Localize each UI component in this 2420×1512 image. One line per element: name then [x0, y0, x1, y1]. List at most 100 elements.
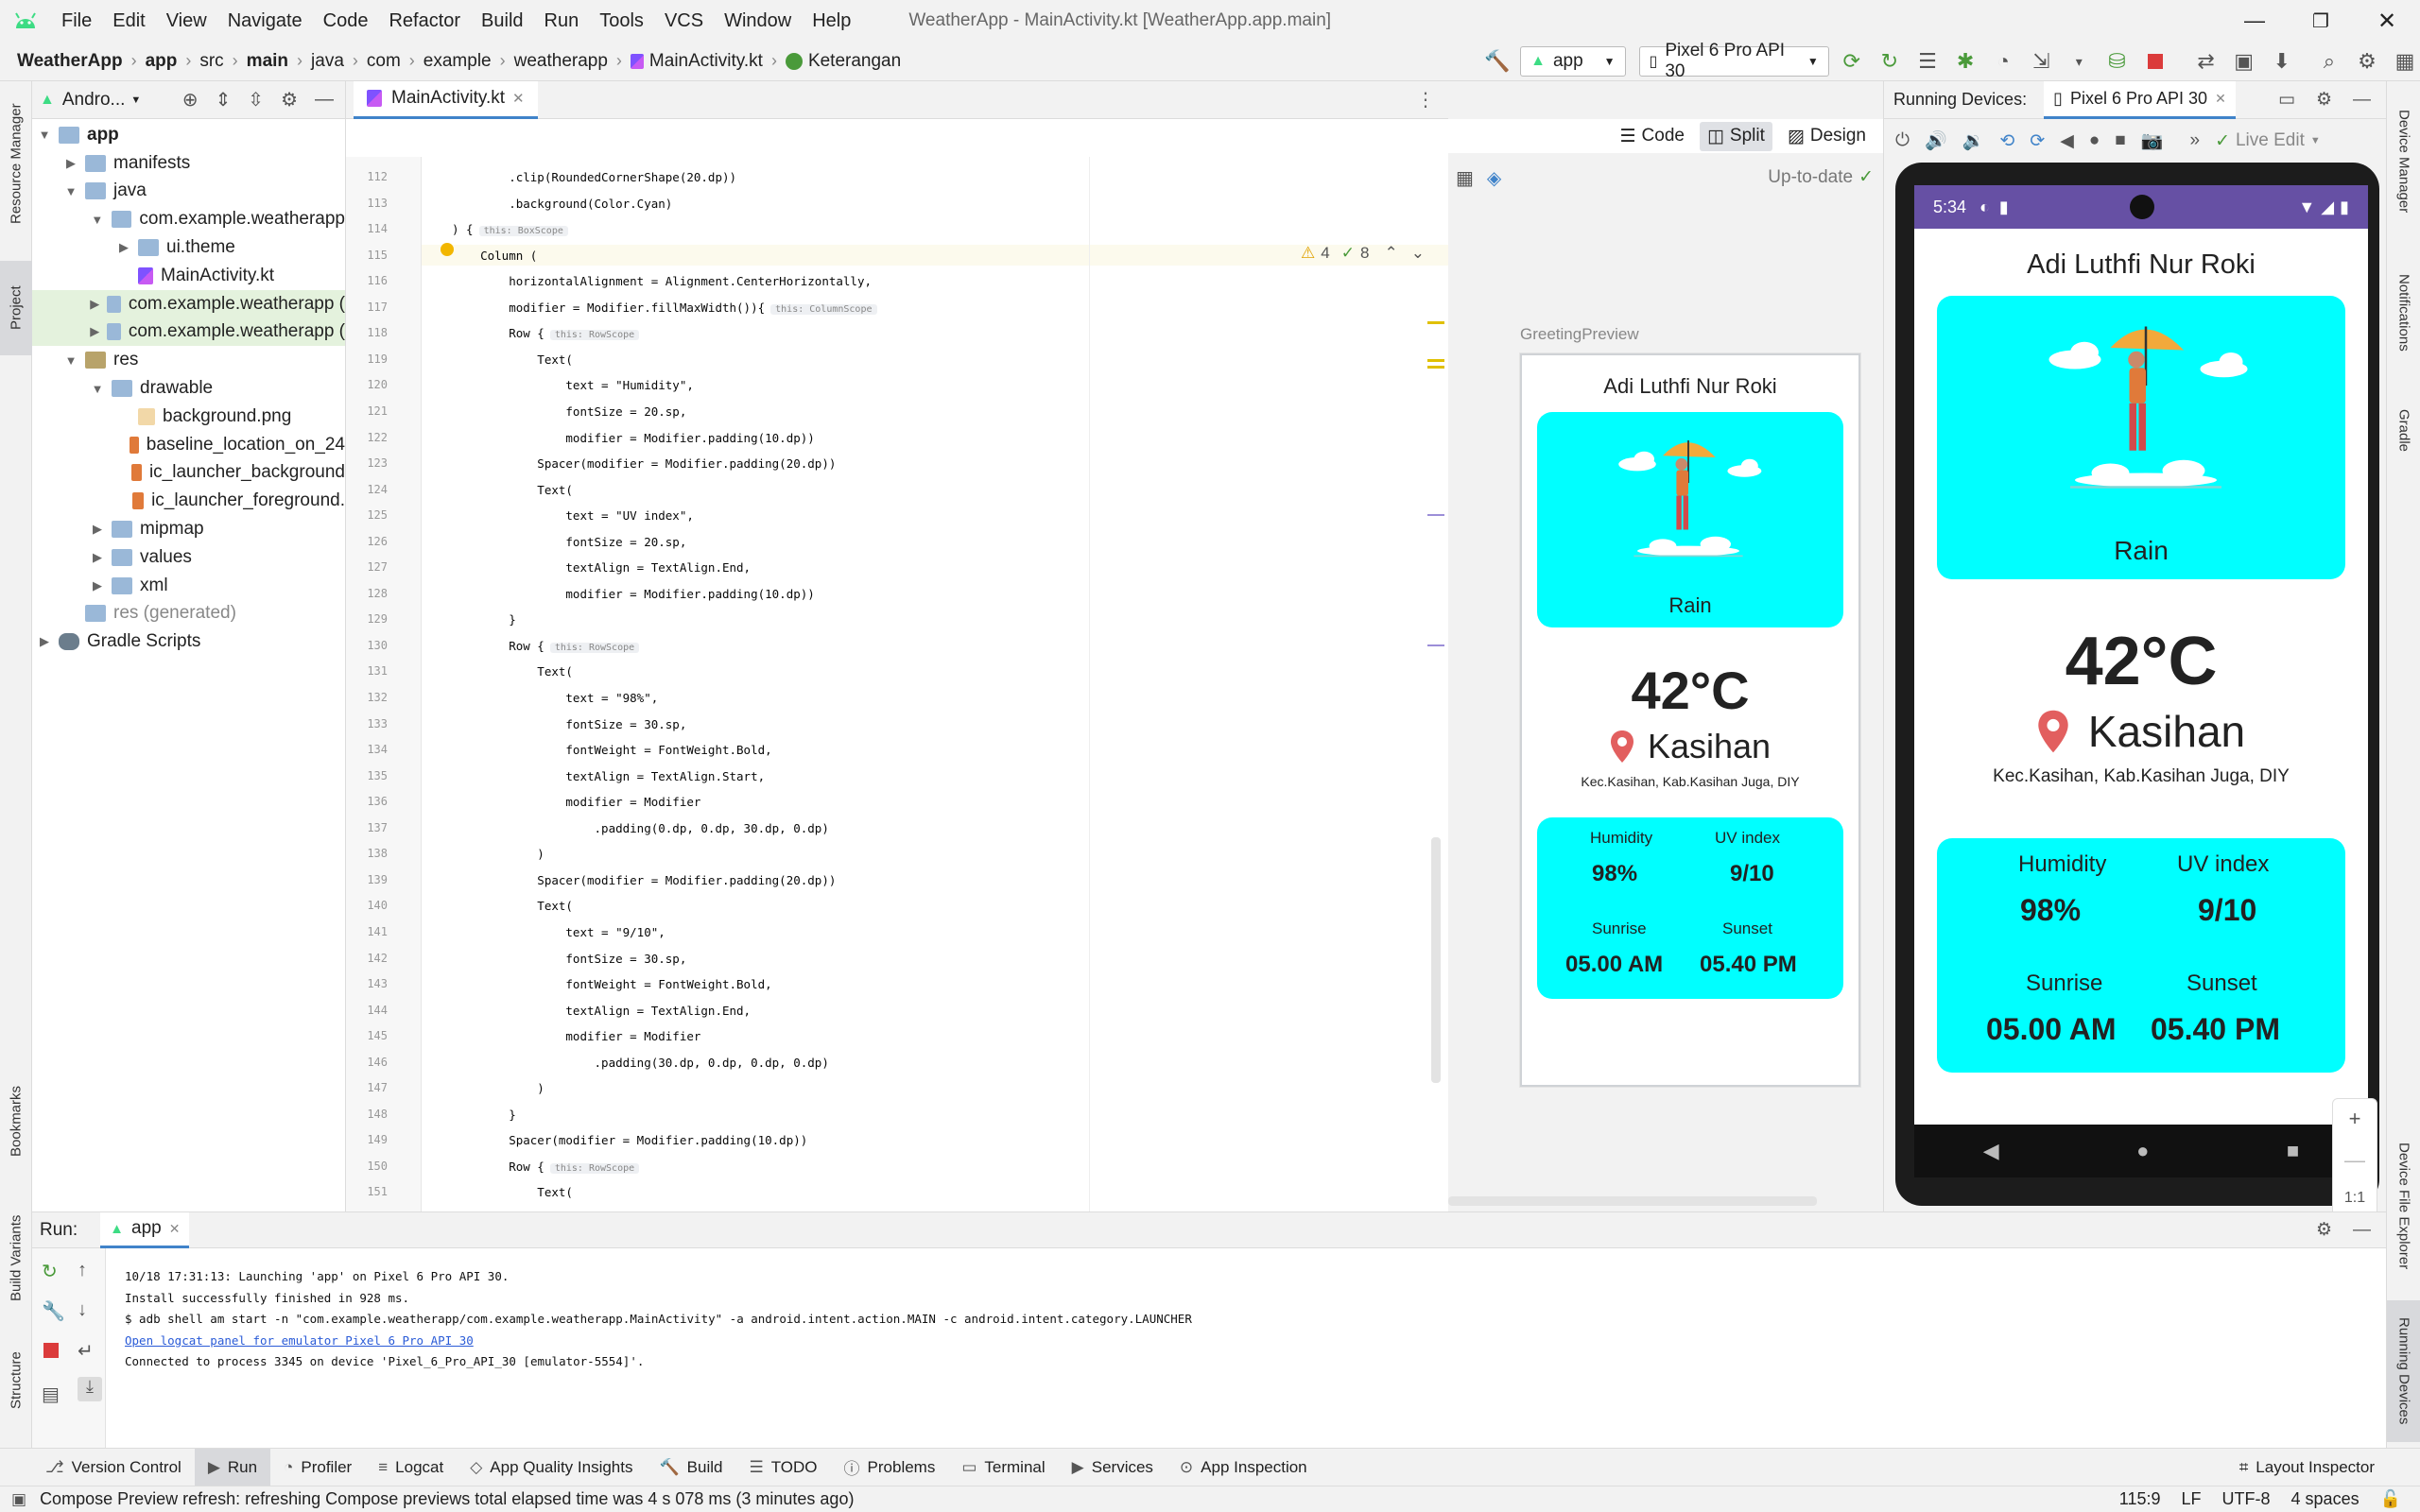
- tab-run[interactable]: ▶ Run: [194, 1448, 271, 1486]
- split-mode-button[interactable]: ◫ Split: [1699, 121, 1772, 151]
- tab-logcat[interactable]: ≡ Logcat: [365, 1449, 457, 1486]
- tree-item[interactable]: ▼ res: [32, 346, 345, 374]
- close-tab-icon[interactable]: ✕: [512, 90, 525, 107]
- project-view-select[interactable]: Andro...: [62, 90, 126, 111]
- menu-tools[interactable]: Tools: [589, 10, 654, 32]
- maximize-button[interactable]: ❐: [2288, 9, 2354, 33]
- sdk-manager-icon[interactable]: ⬇: [2267, 45, 2297, 77]
- more-icon[interactable]: »: [2189, 130, 2200, 151]
- preview-frame[interactable]: Adi Luthfi Nur Roki Rain 42°C Kasihan Ke…: [1520, 353, 1860, 1087]
- back-icon[interactable]: ◀: [2060, 130, 2074, 152]
- logcat-link[interactable]: Open logcat panel for emulator Pixel 6 P…: [125, 1333, 474, 1348]
- device-manager-icon[interactable]: ▣: [2229, 45, 2259, 77]
- attach-debugger-icon[interactable]: ⇲: [2026, 45, 2056, 77]
- code-mode-button[interactable]: ☰ Code: [1613, 122, 1692, 151]
- locate-icon[interactable]: ⊕: [182, 88, 199, 112]
- tab-device-manager[interactable]: Device Manager: [2387, 91, 2420, 232]
- indent-setting[interactable]: 4 spaces: [2291, 1489, 2360, 1509]
- breadcrumb-item[interactable]: main: [247, 51, 288, 72]
- chevron-right-icon[interactable]: ▶: [89, 297, 101, 312]
- gear-icon[interactable]: ⚙: [2316, 89, 2332, 111]
- tree-item[interactable]: ▶ mipmap: [32, 515, 345, 543]
- search-icon[interactable]: ⌕: [2314, 45, 2344, 77]
- breadcrumb-item[interactable]: weatherapp: [514, 51, 608, 72]
- tree-item[interactable]: ▶ Gradle Scripts: [32, 627, 345, 656]
- chevron-down-icon[interactable]: ▼: [89, 213, 106, 227]
- breadcrumb-item[interactable]: MainActivity.kt: [649, 51, 763, 72]
- next-highlight-icon[interactable]: ⌄: [1411, 244, 1425, 263]
- stop-icon[interactable]: [43, 1343, 59, 1358]
- tab-app-quality-insights[interactable]: ◇ App Quality Insights: [457, 1449, 646, 1486]
- debug-icon[interactable]: ✱: [1950, 45, 1980, 77]
- tab-device[interactable]: ▯ Pixel 6 Pro API 30 ✕: [2044, 80, 2236, 119]
- intention-bulb-icon[interactable]: [441, 242, 454, 256]
- chevron-right-icon[interactable]: ▶: [89, 578, 106, 593]
- preview-hscrollbar[interactable]: [1448, 1196, 1817, 1206]
- tab-app-inspection[interactable]: ⊙ App Inspection: [1167, 1449, 1321, 1486]
- tab-run-app[interactable]: ▲ app ✕: [100, 1211, 190, 1248]
- menu-code[interactable]: Code: [313, 10, 379, 32]
- layers-icon[interactable]: ◈: [1487, 166, 1501, 190]
- menu-window[interactable]: Window: [714, 10, 802, 32]
- run-list-icon[interactable]: ☰: [1912, 45, 1943, 77]
- camera-icon[interactable]: 📷: [2141, 129, 2164, 152]
- nav-recents-icon[interactable]: ■: [2287, 1139, 2299, 1163]
- tab-todo[interactable]: ☰ TODO: [735, 1449, 830, 1486]
- layout-icon[interactable]: ▦: [2390, 45, 2420, 77]
- tree-item[interactable]: ▶ com.example.weatherapp (: [32, 318, 345, 347]
- menu-run[interactable]: Run: [534, 10, 590, 32]
- file-encoding[interactable]: UTF-8: [2222, 1489, 2271, 1509]
- menu-help[interactable]: Help: [802, 10, 861, 32]
- chevron-down-icon[interactable]: ▼: [62, 353, 79, 368]
- tree-item[interactable]: baseline_location_on_24: [32, 431, 345, 459]
- tree-item[interactable]: ▶ xml: [32, 572, 345, 600]
- tab-bookmarks[interactable]: Bookmarks: [0, 1064, 32, 1177]
- sync-gradle-icon[interactable]: ⇄: [2191, 45, 2221, 77]
- nav-home-icon[interactable]: ●: [2136, 1139, 2149, 1163]
- scroll-to-end-icon[interactable]: ⤓: [78, 1377, 102, 1401]
- inspection-widget[interactable]: ⚠ 4 ✓ 8 ⌃ ⌄: [1301, 244, 1425, 263]
- tree-item[interactable]: MainActivity.kt: [32, 262, 345, 290]
- tab-gradle[interactable]: Gradle: [2387, 393, 2420, 469]
- tab-mainactivity[interactable]: MainActivity.kt ✕: [354, 80, 538, 119]
- design-mode-button[interactable]: ▨ Design: [1780, 122, 1874, 151]
- tree-item[interactable]: ▶ com.example.weatherapp (: [32, 289, 345, 318]
- zoom-actual-size[interactable]: 1:1: [2333, 1190, 2377, 1207]
- tree-item[interactable]: ▶ manifests: [32, 149, 345, 178]
- gear-icon[interactable]: ⚙: [2316, 1219, 2332, 1241]
- more-tabs-icon[interactable]: ⋮: [1416, 88, 1448, 112]
- live-edit-label[interactable]: Live Edit: [2236, 130, 2305, 151]
- preview-layout-icon[interactable]: ▦: [1456, 166, 1474, 190]
- home-icon[interactable]: ●: [2089, 130, 2100, 151]
- tab-structure[interactable]: Structure: [0, 1329, 32, 1433]
- tree-item[interactable]: ▶ ui.theme: [32, 233, 345, 262]
- chevron-right-icon[interactable]: ▶: [89, 522, 106, 537]
- layout-icon[interactable]: ▤: [42, 1383, 60, 1406]
- menu-view[interactable]: View: [156, 10, 217, 32]
- rotate-right-icon[interactable]: ⟳: [2030, 130, 2045, 152]
- gear-icon[interactable]: ⚙: [281, 88, 298, 112]
- rerun-icon[interactable]: ↻: [42, 1260, 58, 1283]
- overview-icon[interactable]: ■: [2115, 130, 2125, 151]
- tab-device-file-explorer[interactable]: Device File Explorer: [2387, 1111, 2420, 1300]
- tree-item[interactable]: ▼ com.example.weatherapp: [32, 205, 345, 233]
- tab-problems[interactable]: ⓘ Problems: [831, 1449, 949, 1486]
- breadcrumb-item[interactable]: example: [424, 51, 492, 72]
- caret-position[interactable]: 115:9: [2119, 1489, 2161, 1509]
- chevron-down-icon[interactable]: ▼: [62, 184, 79, 198]
- hide-icon[interactable]: —: [2353, 1220, 2371, 1241]
- code-editor[interactable]: 112 113 114 115 116 117 118 119 120 121 122 123 124 1…: [346, 157, 1448, 1434]
- previous-highlight-icon[interactable]: ⌃: [1384, 244, 1397, 263]
- chevron-right-icon[interactable]: ▶: [89, 324, 101, 339]
- wrench-icon[interactable]: 🔧: [42, 1299, 65, 1323]
- tree-item[interactable]: res (generated): [32, 600, 345, 628]
- chevron-down-icon[interactable]: ▼: [36, 128, 53, 142]
- stop-debug-icon[interactable]: ⛁: [2101, 45, 2132, 77]
- line-separator[interactable]: LF: [2182, 1489, 2202, 1509]
- tab-project[interactable]: Project: [0, 261, 32, 355]
- expand-all-icon[interactable]: ⇕: [216, 88, 232, 112]
- chevron-right-icon[interactable]: ▶: [115, 240, 132, 255]
- breadcrumb-item[interactable]: src: [199, 51, 223, 72]
- tree-item[interactable]: ▼ app: [32, 121, 345, 149]
- tab-build-variants[interactable]: Build Variants: [0, 1196, 32, 1319]
